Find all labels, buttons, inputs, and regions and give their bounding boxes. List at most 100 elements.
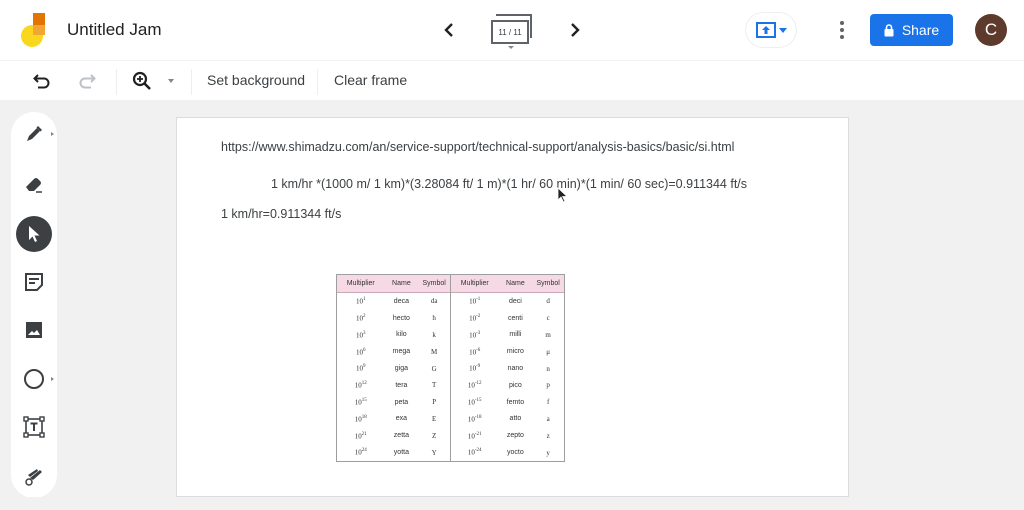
multiplier-base: 10 xyxy=(355,364,363,373)
undo-icon xyxy=(33,74,50,89)
multiplier-cell: 101 xyxy=(337,297,384,305)
frame-indicator-button[interactable]: 11 / 11 xyxy=(489,14,535,50)
multiplier-base: 10 xyxy=(467,431,475,440)
laser-tool-button[interactable] xyxy=(16,458,52,494)
prefix-symbol-cell: Z xyxy=(432,431,437,440)
cast-present-button[interactable] xyxy=(746,13,796,47)
multiplier-exponent: 6 xyxy=(362,347,366,353)
prefix-name-cell: yocto xyxy=(507,449,524,457)
image-tool-button[interactable] xyxy=(16,312,52,348)
prefix-name-cell: pico xyxy=(508,381,522,389)
multiplier-base: 10 xyxy=(467,448,475,457)
previous-frame-button[interactable] xyxy=(437,18,461,42)
prefix-symbol-cell: p xyxy=(546,381,550,390)
clear-frame-button[interactable]: Clear frame xyxy=(334,72,407,88)
dropdown-arrow-icon xyxy=(778,27,787,33)
table-row: 106 mega M xyxy=(337,343,450,360)
prefix-symbol-cell: P xyxy=(432,398,437,407)
chevron-left-icon xyxy=(444,23,453,37)
next-frame-button[interactable] xyxy=(563,18,587,42)
prefix-symbol-cell: E xyxy=(432,414,437,423)
prefix-symbol-cell: Y xyxy=(431,448,437,457)
toolbar-divider xyxy=(191,69,192,95)
zoom-button[interactable] xyxy=(130,69,154,93)
multiplier-cell: 10-2 xyxy=(451,314,498,322)
top-bar: Untitled Jam 11 / 11 Share C xyxy=(0,0,1024,60)
multiplier-base: 10 xyxy=(355,314,363,323)
select-arrow-icon xyxy=(29,226,40,242)
header-multiplier: Multiplier xyxy=(346,280,375,287)
shape-tool-button[interactable] xyxy=(16,361,54,397)
prefix-symbol-cell: f xyxy=(546,398,550,407)
prefix-name-cell: kilo xyxy=(396,331,407,339)
select-tool-button[interactable] xyxy=(16,216,52,252)
table-row: 10-12 pico p xyxy=(451,377,564,394)
prefix-name-cell: mega xyxy=(392,348,411,356)
multiplier-cell: 106 xyxy=(337,348,384,356)
prefix-name-cell: tera xyxy=(395,381,408,389)
frame-counter: 11 / 11 xyxy=(498,27,522,37)
present-icon xyxy=(755,22,776,38)
edit-toolbar: Set background Clear frame xyxy=(0,60,1024,100)
multiplier-cell: 10-12 xyxy=(451,381,498,389)
zoom-dropdown-button[interactable] xyxy=(160,69,182,93)
conversion-equation-text[interactable]: 1 km/hr *(1000 m/ 1 km)*(3.28084 ft/ 1 m… xyxy=(271,177,747,191)
more-vert-icon xyxy=(840,21,844,25)
redo-icon xyxy=(79,74,96,89)
jamboard-logo-icon xyxy=(20,12,50,48)
redo-button[interactable] xyxy=(75,69,99,93)
multiplier-cell: 10-15 xyxy=(451,398,498,406)
set-background-button[interactable]: Set background xyxy=(207,72,305,88)
prefix-name-cell: micro xyxy=(506,348,524,356)
caret-down-icon xyxy=(508,46,514,49)
prefix-symbol-cell: y xyxy=(546,448,550,457)
undo-button[interactable] xyxy=(30,69,54,93)
multiplier-base: 10 xyxy=(354,431,362,440)
jam-canvas[interactable]: https://www.shimadzu.com/an/service-supp… xyxy=(176,117,849,497)
table-row: 10-6 micro μ xyxy=(451,343,564,360)
table-row: 10-9 nano n xyxy=(451,360,564,377)
prefix-name-cell: hecto xyxy=(392,314,410,322)
multiplier-cell: 10-18 xyxy=(451,415,498,423)
multiplier-base: 10 xyxy=(355,331,363,340)
table-row: 1024 yotta Y xyxy=(337,444,450,461)
prefix-symbol-cell: a xyxy=(546,414,550,423)
prefix-name-cell: nano xyxy=(507,365,524,373)
pen-tool-button[interactable] xyxy=(16,116,54,152)
prefix-name-cell: zetta xyxy=(393,432,409,440)
text-box-tool-button[interactable] xyxy=(16,409,52,445)
prefix-symbol-cell: h xyxy=(432,314,436,323)
laser-icon xyxy=(25,469,42,486)
eraser-tool-button[interactable] xyxy=(16,166,52,202)
multiplier-cell: 10-9 xyxy=(451,364,498,372)
conversion-result-text[interactable]: 1 km/hr=0.911344 ft/s xyxy=(221,207,341,221)
sticky-note-tool-button[interactable] xyxy=(16,264,52,300)
prefix-name-cell: centi xyxy=(508,314,523,322)
prefix-name-cell: yotta xyxy=(393,449,409,457)
more-options-button[interactable] xyxy=(832,18,852,42)
toolbar-divider xyxy=(317,69,318,95)
multiplier-cell: 1012 xyxy=(337,381,384,389)
multiplier-exponent: -3 xyxy=(476,330,481,336)
expand-arrow-icon xyxy=(51,377,54,381)
multiplier-base: 10 xyxy=(354,381,362,390)
user-avatar[interactable]: C xyxy=(975,14,1007,46)
prefix-symbol-cell: μ xyxy=(546,347,551,356)
share-button[interactable]: Share xyxy=(870,14,953,46)
multiplier-exponent: -15 xyxy=(474,398,482,404)
toolbar-divider xyxy=(116,69,117,95)
table-row: 10-21 zepto z xyxy=(451,427,564,444)
share-label: Share xyxy=(901,22,940,38)
document-title[interactable]: Untitled Jam xyxy=(67,20,161,40)
bottom-margin xyxy=(0,497,1024,510)
prefix-name-cell: femto xyxy=(506,398,525,406)
si-prefix-table-image[interactable]: Multiplier Name Symbol 101 deca da 102 hecto… xyxy=(336,274,565,462)
source-url-text[interactable]: https://www.shimadzu.com/an/service-supp… xyxy=(221,140,734,154)
prefix-symbol-cell: k xyxy=(432,330,436,339)
header-multiplier: Multiplier xyxy=(460,280,489,287)
prefix-name-cell: atto xyxy=(509,415,522,423)
sticky-note-icon xyxy=(25,273,43,291)
prefix-name-cell: zepto xyxy=(506,432,524,440)
multiplier-exponent: 3 xyxy=(362,330,366,336)
table-row: 109 giga G xyxy=(337,360,450,377)
